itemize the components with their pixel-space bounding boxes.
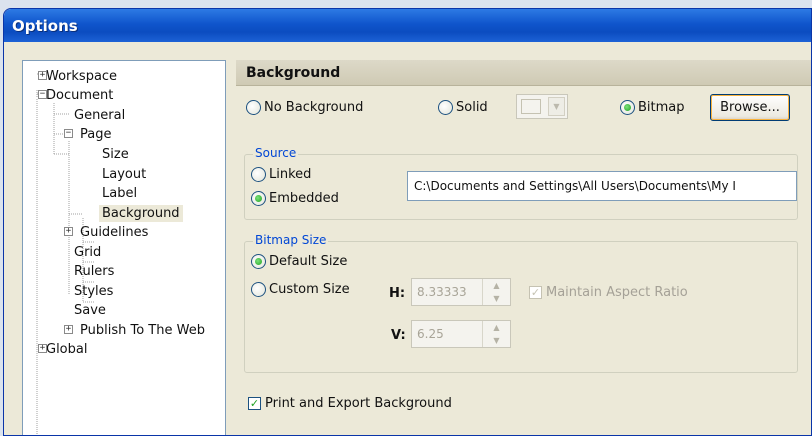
radio-button-icon [251,282,266,297]
panel-header: Background [236,60,811,86]
tree-item-grid[interactable]: Grid [71,242,104,262]
tree-item-general[interactable]: General [71,105,128,125]
chevron-up-icon[interactable]: ▲ [483,321,510,334]
print-export-background-checkbox[interactable]: ✓ Print and Export Background [248,396,452,411]
radio-button-icon [251,167,266,182]
bitmap-size-group: Bitmap Size Default Size Custom Size H: … [244,233,798,373]
vertical-spinner[interactable]: 6.25 ▲ ▼ [411,320,511,348]
source-group-title: Source [253,146,299,160]
checkmark-icon: ✓ [529,286,542,299]
bitmap-radio[interactable]: Bitmap [620,100,685,115]
tree-item-background[interactable]: Background [99,203,183,223]
radio-button-selected-icon [251,254,266,269]
collapse-minus-icon[interactable]: − [64,129,73,138]
radio-button-icon [438,100,453,115]
radio-button-selected-icon [620,100,635,115]
no-background-radio[interactable]: No Background [246,100,363,115]
dialog-client: + Workspace − Document General − Page Si… [4,42,811,435]
tree-item-publish-to-the-web[interactable]: + Publish To The Web [64,320,208,340]
tree-item-guidelines[interactable]: + Guidelines [64,222,151,242]
radio-button-icon [246,100,261,115]
tree-item-global[interactable]: + Global [38,339,90,359]
spinner-arrows[interactable]: ▲ ▼ [482,279,510,305]
options-dialog: Options + Workspace − Document General −… [3,8,812,436]
tree-item-styles[interactable]: Styles [71,281,116,301]
background-panel: Background No Background Solid ▼ Bitmap … [236,60,811,435]
embedded-radio[interactable]: Embedded [251,191,339,206]
linked-radio[interactable]: Linked [251,167,311,182]
options-tree[interactable]: + Workspace − Document General − Page Si… [22,60,226,435]
expand-plus-icon[interactable]: + [64,227,73,236]
checkmark-icon: ✓ [248,397,261,410]
window-title: Options [12,16,78,35]
expand-plus-icon[interactable]: + [64,325,73,334]
tree-item-workspace[interactable]: + Workspace [38,66,120,86]
default-size-radio[interactable]: Default Size [251,254,347,269]
chevron-down-icon[interactable]: ▼ [483,292,510,305]
h-label: H: [389,286,406,301]
tree-item-label[interactable]: Label [99,183,140,203]
title-bar[interactable]: Options [4,9,811,42]
expand-plus-icon[interactable]: + [38,71,47,80]
tree-item-layout[interactable]: Layout [99,164,149,184]
chevron-down-icon[interactable]: ▼ [483,334,510,347]
browse-button[interactable]: Browse... [710,94,790,121]
tree-item-save[interactable]: Save [71,300,109,320]
height-spinner[interactable]: 8.33333 ▲ ▼ [411,278,511,306]
bitmap-path-field[interactable]: C:\Documents and Settings\All Users\Docu… [407,171,797,201]
chevron-down-icon[interactable]: ▼ [548,97,565,116]
radio-button-selected-icon [251,191,266,206]
maintain-aspect-checkbox[interactable]: ✓ Maintain Aspect Ratio [529,285,688,300]
panel-title: Background [246,64,341,81]
tree-item-document[interactable]: − Document [38,85,116,105]
collapse-minus-icon[interactable]: − [38,90,47,99]
source-group: Source Linked Embedded C:\Documents and … [244,146,798,220]
spinner-arrows[interactable]: ▲ ▼ [482,321,510,347]
v-label: V: [391,328,406,343]
tree-item-rulers[interactable]: Rulers [71,261,117,281]
expand-plus-icon[interactable]: + [38,344,47,353]
tree-item-size[interactable]: Size [99,144,132,164]
chevron-up-icon[interactable]: ▲ [483,279,510,292]
color-swatch [521,99,541,114]
solid-radio[interactable]: Solid [438,100,488,115]
custom-size-radio[interactable]: Custom Size [251,282,350,297]
solid-color-picker[interactable]: ▼ [516,94,568,119]
bitmap-size-group-title: Bitmap Size [253,233,329,247]
tree-item-page[interactable]: − Page [64,124,114,144]
